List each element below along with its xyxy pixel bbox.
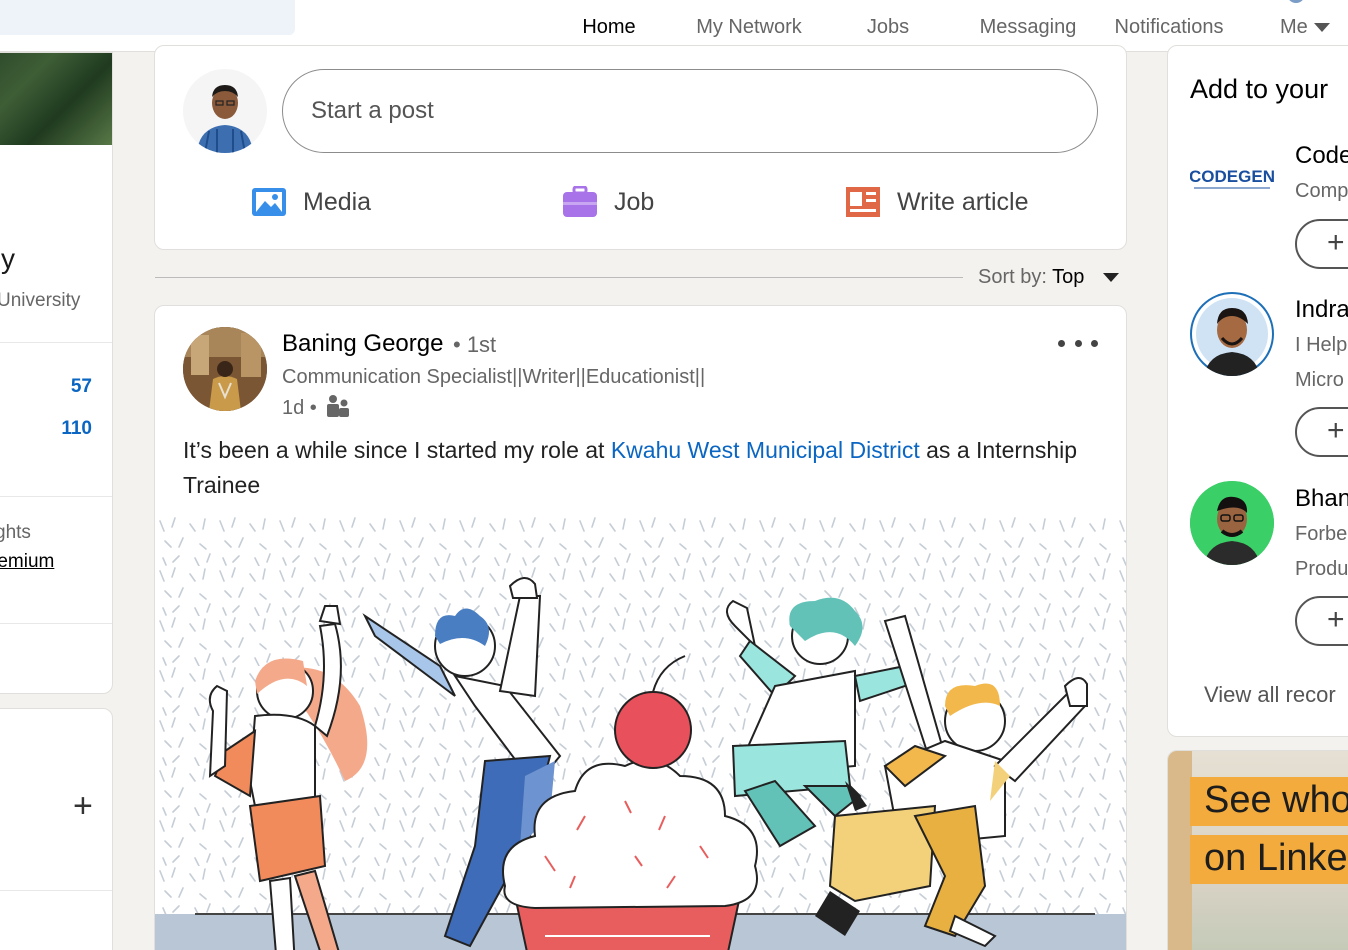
suggestion-subtitle-2: Micro (1295, 369, 1344, 391)
chevron-down-icon (1314, 23, 1330, 32)
post-time-text: 1d • (282, 397, 317, 419)
write-article-label: Write article (897, 187, 1029, 216)
media-icon (252, 188, 286, 216)
post-timestamp: 1d • (282, 394, 350, 420)
suggestion-avatar[interactable] (1190, 292, 1274, 376)
nav-messaging-label: Messaging (979, 16, 1077, 38)
caret-down-icon[interactable] (1103, 273, 1119, 282)
profile-headline: University (0, 290, 81, 311)
codegen-logo-text: CODEGEN (1190, 167, 1274, 186)
suggestion-name[interactable]: Bhan (1295, 485, 1348, 513)
ad-headline-2: on Linke (1190, 835, 1348, 884)
connections-visibility-icon (327, 395, 350, 417)
bell-icon (1158, 0, 1180, 8)
sort-value: Top (1052, 266, 1085, 288)
job-label: Job (614, 187, 655, 216)
ad-headline-1: See who (1190, 777, 1348, 826)
post-impressions-count[interactable]: 110 (61, 418, 92, 440)
start-post-input[interactable]: Start a post (282, 69, 1098, 153)
sort-prefix: Sort by: (978, 266, 1047, 288)
nav-home-label: Home (582, 16, 636, 38)
company-logo-icon: CODEGEN (1190, 167, 1274, 189)
divider (0, 890, 112, 891)
author-name[interactable]: Baning George (282, 330, 443, 358)
add-icon[interactable]: + (73, 787, 93, 826)
job-button[interactable]: Job (562, 184, 654, 220)
recent-groups-card: + (0, 708, 113, 950)
nav-my-network-label: My Network (696, 16, 802, 38)
divider (0, 342, 112, 343)
suggestion-name[interactable]: Indra (1295, 296, 1348, 324)
briefcase-icon (877, 0, 899, 8)
divider (0, 496, 112, 497)
avatar-icon (1192, 294, 1272, 376)
avatar-icon (1190, 481, 1274, 565)
network-icon (738, 0, 760, 8)
add-to-feed-card: Add to your CODEGEN Code Comp + Indra I … (1167, 45, 1348, 737)
avatar-icon (183, 69, 267, 153)
view-all-recommendations-link[interactable]: View all recor (1204, 682, 1336, 708)
profile-viewers-count[interactable]: 57 (71, 376, 92, 398)
nav-home[interactable]: Home (539, 0, 679, 51)
suggestion-subtitle: Forbe (1295, 523, 1348, 545)
suggestion-avatar[interactable] (1190, 481, 1274, 565)
promo-ad-card[interactable]: See who on Linke (1167, 750, 1348, 950)
premium-insights-text: ghts (0, 522, 31, 543)
follow-button[interactable]: + (1295, 219, 1348, 269)
post-composer: Start a post Media Job Write article (154, 45, 1127, 250)
follow-button[interactable]: + (1295, 407, 1348, 457)
feed-post: Baning George • 1st Communication Specia… (154, 305, 1127, 950)
suggestion-subtitle-2: Produ (1295, 558, 1348, 580)
author-headline: Communication Specialist||Writer||Educat… (282, 366, 706, 388)
suggestion-subtitle: I Help (1295, 334, 1348, 356)
sort-dropdown[interactable]: Sort by: Top (978, 266, 1084, 289)
write-article-button[interactable]: Write article (845, 184, 1029, 220)
my-avatar[interactable] (183, 69, 267, 153)
article-icon (846, 187, 880, 217)
nav-notifications-label: Notifications (1114, 16, 1224, 38)
post-text-before: It’s been a while since I started my rol… (183, 437, 611, 463)
job-icon (563, 186, 597, 217)
post-celebration-illustration[interactable] (155, 516, 1126, 950)
company-link[interactable]: Kwahu West Municipal District (611, 437, 920, 463)
post-more-options-button[interactable] (1058, 336, 1098, 350)
connection-degree: • 1st (453, 332, 497, 357)
author-avatar[interactable] (183, 327, 267, 411)
profile-card: y University 57 110 ghts remium (0, 52, 113, 694)
add-to-feed-title: Add to your (1190, 74, 1329, 104)
avatar-icon (183, 327, 267, 411)
celebration-image (155, 516, 1126, 950)
search-bar[interactable] (0, 0, 295, 35)
media-button[interactable]: Media (251, 184, 371, 220)
messaging-icon (1017, 0, 1039, 8)
nav-jobs-label: Jobs (866, 16, 910, 38)
media-label: Media (303, 187, 372, 216)
ad-decor (1168, 751, 1192, 950)
suggestion-name[interactable]: Code (1295, 142, 1348, 170)
suggestion-subtitle: Comp (1295, 180, 1348, 202)
codegen-logo[interactable]: CODEGEN (1190, 136, 1274, 220)
follow-button[interactable]: + (1295, 596, 1348, 646)
post-body-text: It’s been a while since I started my rol… (183, 433, 1083, 503)
avatar-icon (1289, 0, 1303, 3)
profile-cover-image (0, 53, 112, 145)
home-icon (598, 0, 620, 8)
sort-divider (155, 277, 963, 278)
divider (0, 623, 112, 624)
try-premium-link[interactable]: remium (0, 551, 54, 573)
profile-name[interactable]: y (1, 243, 15, 275)
